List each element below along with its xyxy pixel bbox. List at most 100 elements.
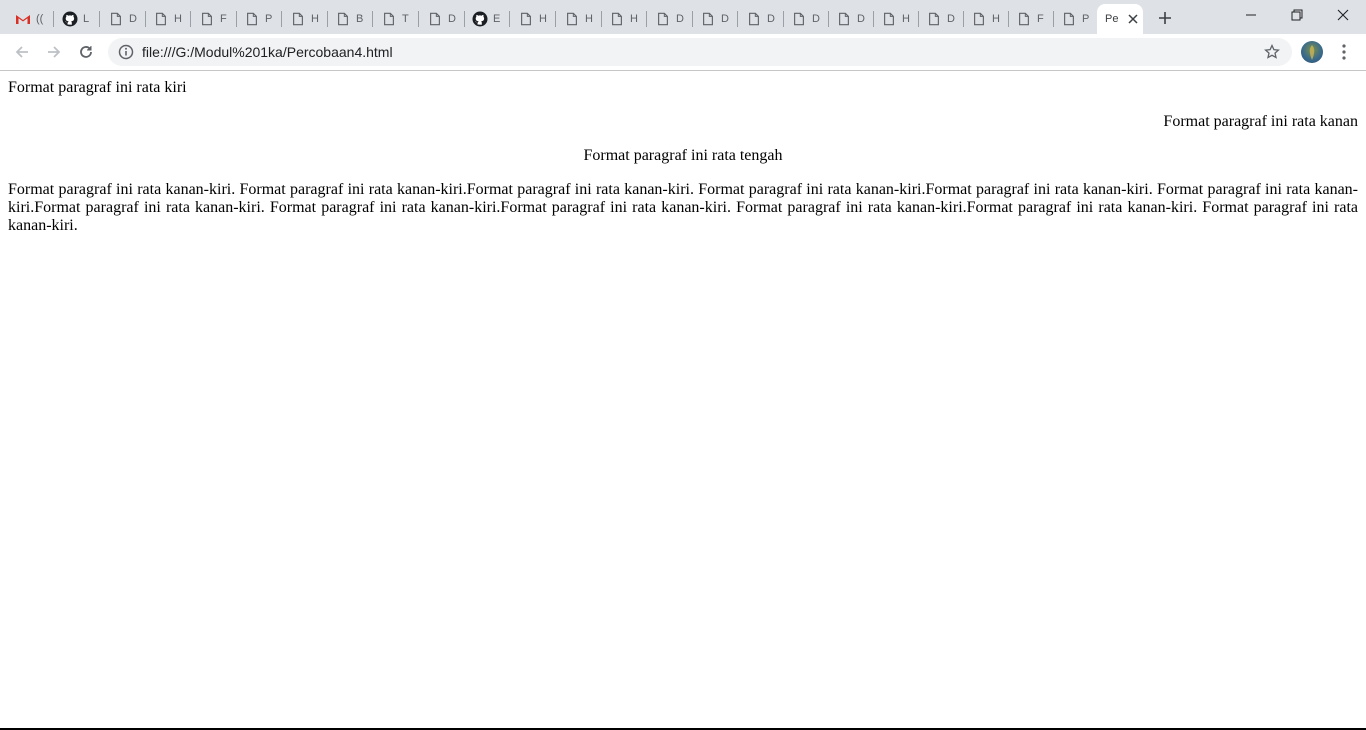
- tab-title: D: [857, 13, 865, 25]
- tab-title: T: [402, 13, 409, 25]
- minimize-icon: [1246, 14, 1256, 16]
- minimize-button[interactable]: [1228, 0, 1274, 30]
- browser-tab[interactable]: F: [191, 4, 237, 34]
- close-icon[interactable]: [1125, 11, 1141, 27]
- tab-title: H: [174, 13, 182, 25]
- browser-tab[interactable]: T: [373, 4, 419, 34]
- tab-title: H: [311, 13, 319, 25]
- paragraph-right: Format paragraf ini rata kanan: [1163, 113, 1358, 130]
- page-icon: [290, 11, 306, 27]
- bookmark-star-icon[interactable]: [1264, 44, 1280, 60]
- tab-title: D: [129, 13, 137, 25]
- page-icon: [518, 11, 534, 27]
- page-icon: [836, 11, 852, 27]
- gmail-icon: [15, 11, 31, 27]
- page-icon: [700, 11, 716, 27]
- browser-tab[interactable]: D: [738, 4, 784, 34]
- page-icon: [881, 11, 897, 27]
- forward-button[interactable]: [40, 38, 68, 66]
- tab-title: P: [1082, 13, 1090, 25]
- tab-title: D: [812, 13, 820, 25]
- page-icon: [153, 11, 169, 27]
- page-icon: [427, 11, 443, 27]
- browser-tab[interactable]: H: [873, 4, 919, 34]
- page-icon: [564, 11, 580, 27]
- browser-tab[interactable]: H: [963, 4, 1009, 34]
- page-icon: [335, 11, 351, 27]
- forward-arrow-icon: [48, 46, 61, 58]
- restore-button[interactable]: [1274, 0, 1320, 30]
- window-close-button[interactable]: [1320, 0, 1366, 30]
- browser-tab[interactable]: D: [647, 4, 693, 34]
- tab-title: D: [947, 13, 955, 25]
- browser-tab[interactable]: D: [783, 4, 829, 34]
- tab-title: D: [448, 13, 456, 25]
- github-icon: [472, 11, 488, 27]
- tab-title: D: [676, 13, 684, 25]
- paragraph-center: Format paragraf ini rata tengah: [583, 147, 783, 164]
- close-icon: [1337, 9, 1349, 21]
- page-icon: [199, 11, 215, 27]
- tab-title: E: [493, 13, 501, 25]
- github-icon: [62, 11, 78, 27]
- active-tab[interactable]: Pe: [1097, 4, 1143, 34]
- tab-title: L: [83, 13, 90, 25]
- browser-tab[interactable]: H: [556, 4, 602, 34]
- new-tab-button[interactable]: [1152, 6, 1178, 30]
- paragraph-justify: Format paragraf ini rata kanan-kiri. For…: [8, 181, 1358, 234]
- tab-strip: ((L D H F P H B T D E H H H D D D D D H D H F P Pe: [0, 0, 1366, 34]
- page-icon: [1061, 11, 1077, 27]
- browser-tab[interactable]: H: [510, 4, 556, 34]
- profile-avatar[interactable]: [1301, 41, 1323, 63]
- tab-title: H: [539, 13, 547, 25]
- tab-title: H: [585, 13, 593, 25]
- tab-title: D: [721, 13, 729, 25]
- tab-title: H: [630, 13, 638, 25]
- page-icon: [746, 11, 762, 27]
- browser-tab[interactable]: L: [54, 4, 100, 34]
- back-arrow-icon: [15, 46, 28, 58]
- url-text[interactable]: file:///G:/Modul%201ka/Percobaan4.html: [142, 45, 393, 59]
- browser-tab[interactable]: P: [1053, 4, 1099, 34]
- page-icon: [108, 11, 124, 27]
- browser-tab[interactable]: H: [282, 4, 328, 34]
- page-icon: [655, 11, 671, 27]
- browser-tab[interactable]: D: [828, 4, 874, 34]
- reload-icon: [80, 46, 92, 58]
- reload-button[interactable]: [72, 38, 100, 66]
- browser-tab[interactable]: B: [327, 4, 373, 34]
- browser-tab[interactable]: D: [419, 4, 465, 34]
- tab-title: H: [992, 13, 1000, 25]
- page-icon: [791, 11, 807, 27]
- address-bar[interactable]: file:///G:/Modul%201ka/Percobaan4.html: [108, 38, 1292, 66]
- page-icon: [926, 11, 942, 27]
- restore-icon: [1291, 9, 1303, 21]
- page-icon: [609, 11, 625, 27]
- tab-title: ((: [36, 13, 44, 25]
- page-icon: [381, 11, 397, 27]
- browser-toolbar: file:///G:/Modul%201ka/Percobaan4.html: [0, 34, 1366, 70]
- page-content: Format paragraf ini rata kiri Format par…: [0, 71, 1366, 728]
- tab-title: D: [767, 13, 775, 25]
- tab-title: F: [1037, 13, 1044, 25]
- browser-tab[interactable]: ((: [0, 4, 54, 34]
- browser-tab[interactable]: F: [1008, 4, 1054, 34]
- tab-title: Pe: [1105, 13, 1119, 25]
- browser-tab[interactable]: H: [601, 4, 647, 34]
- info-icon[interactable]: [118, 44, 134, 60]
- browser-tab[interactable]: E: [464, 4, 510, 34]
- page-icon: [244, 11, 260, 27]
- browser-tab[interactable]: H: [145, 4, 191, 34]
- browser-menu-button[interactable]: [1334, 42, 1354, 62]
- tab-title: P: [265, 13, 273, 25]
- back-button[interactable]: [8, 38, 36, 66]
- plus-icon: [1159, 12, 1171, 24]
- browser-tab[interactable]: P: [236, 4, 282, 34]
- paragraph-left: Format paragraf ini rata kiri: [8, 79, 187, 96]
- page-icon: [971, 11, 987, 27]
- browser-tab[interactable]: D: [918, 4, 964, 34]
- browser-tab[interactable]: D: [100, 4, 146, 34]
- browser-tab[interactable]: D: [692, 4, 738, 34]
- avatar-image: [1309, 45, 1315, 60]
- page-icon: [1016, 11, 1032, 27]
